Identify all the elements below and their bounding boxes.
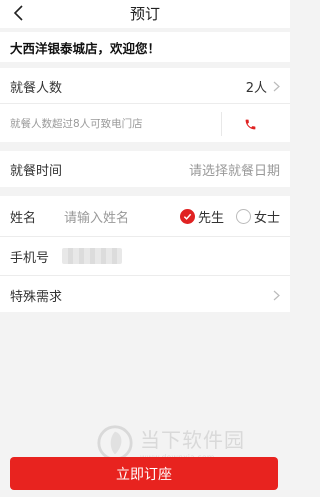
diners-note: 就餐人数超过8人可致电门店 [10,117,143,130]
watermark-text: 当下软件园 [140,428,245,452]
welcome-banner: 大西洋银泰城店，欢迎您！ [0,32,290,62]
chevron-right-icon [273,81,280,91]
phone-label: 手机号 [10,250,50,266]
name-row: 姓名 请输入姓名 先生 女士 [0,199,290,233]
phone-icon [245,119,255,129]
diners-label: 就餐人数 [10,80,63,96]
vertical-divider [221,112,222,136]
time-label: 就餐时间 [10,163,63,179]
call-button[interactable] [240,114,260,134]
submit-button[interactable]: 立即订座 [10,457,278,490]
divider [0,103,290,104]
diners-value: 2人 [245,80,267,96]
top-bar: 预订 [0,0,290,28]
diners-row[interactable]: 就餐人数 2人 [0,72,290,100]
time-row[interactable]: 就餐时间 请选择就餐日期 [0,151,290,187]
divider [0,236,290,237]
phone-value-blurred[interactable] [62,248,122,264]
option-female[interactable]: 女士 [235,207,280,226]
name-label: 姓名 [10,210,37,226]
option-male[interactable]: 先生 [179,207,224,226]
option-male-label: 先生 [197,210,224,226]
special-request-row[interactable]: 特殊需求 [0,278,290,312]
radio-checked-icon [179,208,195,224]
phone-row[interactable]: 手机号 [0,239,290,273]
chevron-right-icon [273,290,280,300]
gender-options: 先生 女士 [179,207,280,226]
divider [0,275,290,276]
time-placeholder: 请选择就餐日期 [188,163,280,179]
page-title: 预订 [129,5,160,23]
special-request-label: 特殊需求 [10,289,63,305]
option-female-label: 女士 [253,210,280,226]
name-input[interactable]: 请输入姓名 [64,207,129,226]
radio-unchecked-icon [235,208,251,224]
